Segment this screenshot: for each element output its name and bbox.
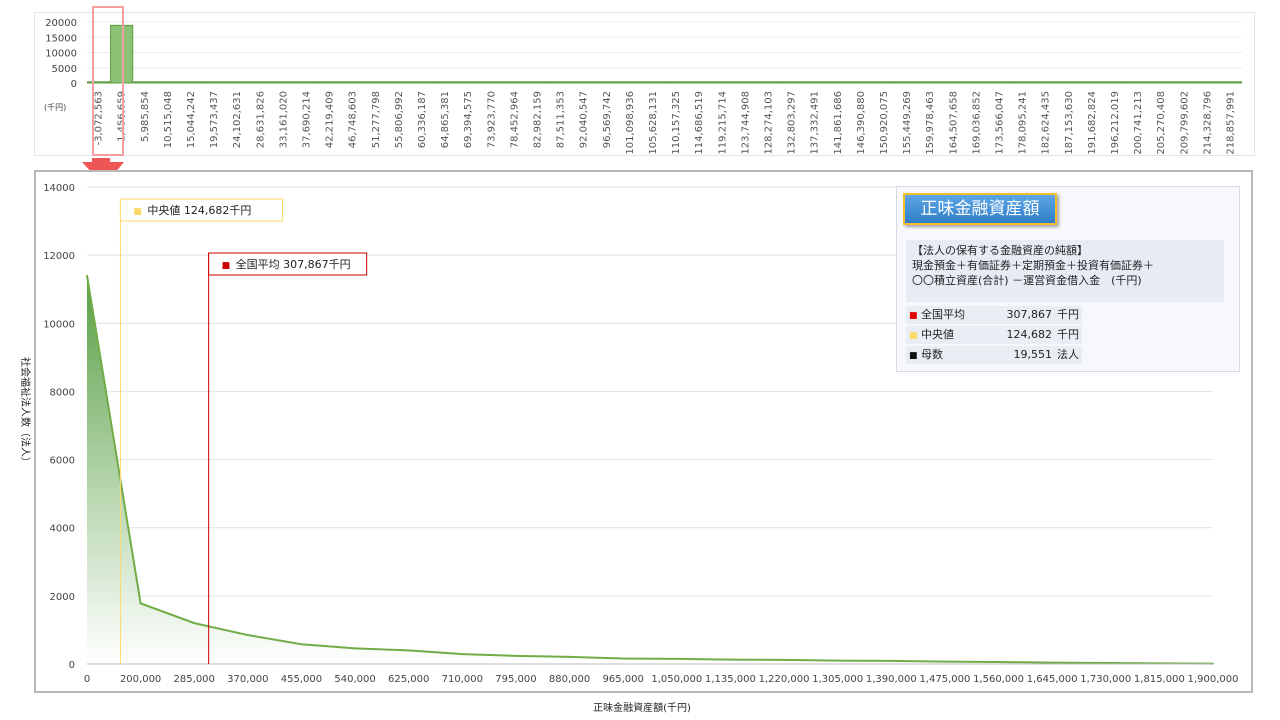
stat-unit: 千円 bbox=[1057, 328, 1079, 341]
x-tick-label: 1,730,000 bbox=[1080, 674, 1131, 685]
reference-marker-icon: ■ bbox=[222, 261, 231, 271]
x-tick-label: 965,000 bbox=[603, 674, 644, 685]
data-point bbox=[622, 657, 624, 660]
stat-label: 全国平均 bbox=[921, 308, 965, 321]
y-tick-label: 6000 bbox=[50, 456, 75, 467]
x-tick-label: 1,305,000 bbox=[812, 674, 863, 685]
x-tick-label: 1,815,000 bbox=[1134, 674, 1185, 685]
data-point bbox=[568, 656, 571, 658]
data-point bbox=[139, 602, 142, 605]
data-point bbox=[944, 660, 946, 663]
reference-label: 中央値 124,682千円 bbox=[147, 204, 251, 217]
stat-unit: 千円 bbox=[1057, 308, 1079, 321]
data-point bbox=[193, 622, 196, 624]
x-tick-label: 1,560,000 bbox=[973, 674, 1024, 685]
x-tick-label: 625,000 bbox=[388, 674, 429, 685]
x-axis-title: 正味金融資産額(千円) bbox=[593, 701, 691, 714]
x-tick-label: 370,000 bbox=[227, 674, 268, 685]
x-tick-label: 1,900,000 bbox=[1188, 674, 1239, 685]
x-tick-label: 1,645,000 bbox=[1027, 674, 1078, 685]
y-axis-title: 社会福祉法人数（法人） bbox=[19, 357, 32, 467]
x-tick-label: 880,000 bbox=[549, 674, 590, 685]
stat-value: 124,682 bbox=[1006, 328, 1053, 341]
info-desc-line: 【法人の保有する金融資産の純額】 bbox=[912, 244, 1088, 257]
median-marker-icon: ■ bbox=[909, 331, 918, 341]
y-tick-label: 14000 bbox=[43, 183, 75, 194]
x-tick-label: 1,135,000 bbox=[705, 674, 756, 685]
y-tick-label: 8000 bbox=[50, 387, 75, 398]
stat-value: 19,551 bbox=[1013, 348, 1053, 361]
data-point bbox=[407, 649, 410, 652]
data-point bbox=[836, 659, 839, 662]
reference-label: 全国平均 307,867千円 bbox=[236, 257, 351, 271]
stat-row-median: ■ 中央値 124,682 千円 bbox=[906, 326, 1082, 344]
stat-row-average: ■ 全国平均 307,867 千円 bbox=[906, 306, 1082, 324]
data-point bbox=[997, 661, 1000, 663]
x-tick-label: 1,050,000 bbox=[651, 674, 702, 685]
x-tick-label: 1,475,000 bbox=[919, 674, 970, 685]
data-point bbox=[729, 658, 732, 661]
y-tick-label: 2000 bbox=[50, 592, 75, 603]
data-point bbox=[1158, 662, 1161, 665]
data-point bbox=[247, 634, 249, 636]
x-tick-label: 0 bbox=[84, 674, 90, 685]
stat-unit: 法人 bbox=[1057, 348, 1079, 361]
average-marker-icon: ■ bbox=[909, 311, 918, 321]
stat-value: 307,867 bbox=[1006, 308, 1053, 321]
x-tick-label: 1,220,000 bbox=[759, 674, 810, 685]
data-point bbox=[461, 653, 464, 655]
data-point bbox=[300, 643, 303, 646]
reference-marker-icon: ■ bbox=[133, 207, 142, 217]
x-tick-label: 795,000 bbox=[495, 674, 536, 685]
info-title: 正味金融資産額 bbox=[903, 193, 1057, 225]
data-point bbox=[354, 647, 356, 650]
y-tick-label: 4000 bbox=[50, 524, 75, 535]
x-tick-label: 710,000 bbox=[442, 674, 483, 685]
data-point bbox=[86, 274, 88, 277]
data-point bbox=[783, 659, 785, 661]
x-tick-label: 1,390,000 bbox=[866, 674, 917, 685]
data-point bbox=[515, 655, 517, 657]
data-point bbox=[1212, 662, 1214, 665]
info-description: 【法人の保有する金融資産の純額】 現金預金＋有価証券＋定期預金＋投資有価証券＋ … bbox=[906, 240, 1224, 302]
x-tick-label: 285,000 bbox=[174, 674, 215, 685]
stat-label: 中央値 bbox=[921, 328, 954, 341]
data-point bbox=[890, 660, 893, 662]
count-marker-icon: ■ bbox=[909, 351, 918, 361]
data-point bbox=[1104, 662, 1107, 664]
y-tick-label: 0 bbox=[69, 660, 75, 671]
info-desc-line: 〇〇積立資産(合計) －運営資金借入金 (千円) bbox=[912, 274, 1142, 287]
y-tick-label: 10000 bbox=[43, 319, 75, 330]
y-tick-label: 12000 bbox=[43, 251, 75, 262]
x-tick-label: 200,000 bbox=[120, 674, 161, 685]
x-tick-label: 540,000 bbox=[334, 674, 375, 685]
data-point bbox=[1051, 661, 1053, 664]
data-point bbox=[676, 658, 678, 660]
x-tick-label: 455,000 bbox=[281, 674, 322, 685]
stat-label: 母数 bbox=[921, 348, 943, 361]
info-desc-line: 現金預金＋有価証券＋定期預金＋投資有価証券＋ bbox=[912, 259, 1154, 272]
stat-row-count: ■ 母数 19,551 法人 bbox=[906, 346, 1082, 364]
